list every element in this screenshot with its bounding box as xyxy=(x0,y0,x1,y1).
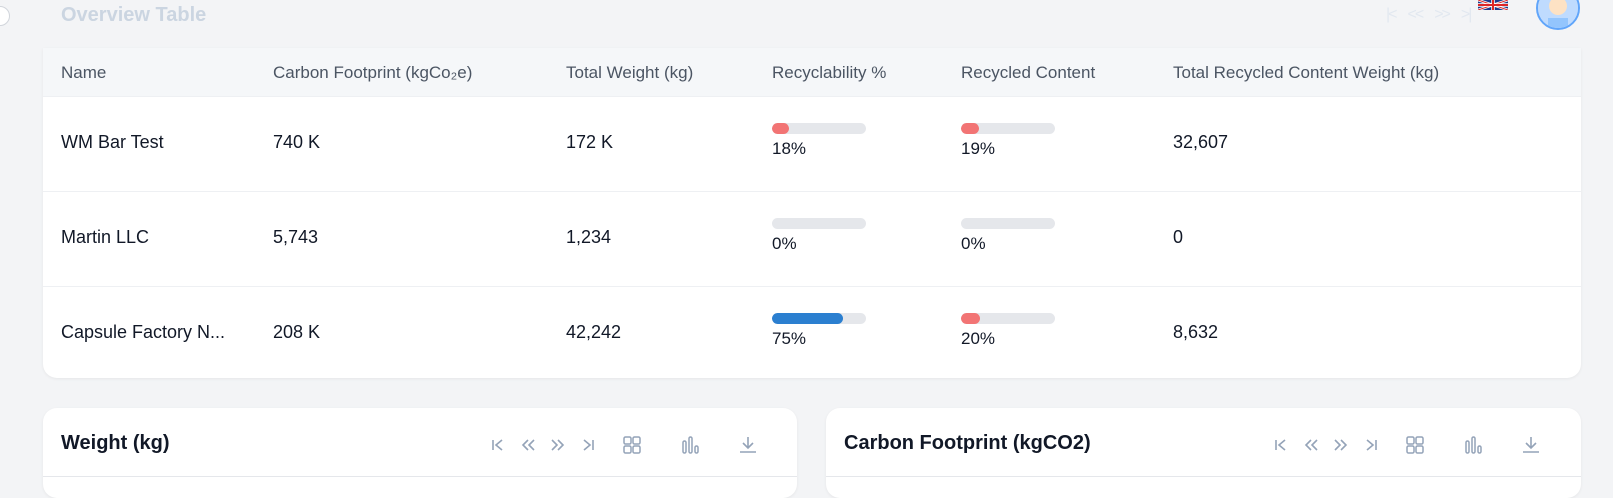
overview-table: Name Carbon Footprint (kgCo₂e) Total Wei… xyxy=(43,48,1581,378)
progress-bar xyxy=(961,313,1055,324)
header-total-recycled-weight[interactable]: Total Recycled Content Weight (kg) xyxy=(1173,63,1439,83)
header-recycled-content[interactable]: Recycled Content xyxy=(961,63,1095,83)
cell-carbon: 5,743 xyxy=(273,227,319,247)
download-icon[interactable] xyxy=(719,435,777,455)
next-page-icon[interactable] xyxy=(543,437,573,453)
user-avatar-icon[interactable] xyxy=(1536,0,1580,30)
progress-fill xyxy=(961,123,979,134)
previous-page-icon[interactable]: << xyxy=(1408,6,1425,24)
progress-bar xyxy=(961,123,1055,134)
table-row[interactable]: Capsule Factory N... 208 K 42,242 75% 20… xyxy=(43,287,1581,378)
overview-table-title: Overview Table xyxy=(61,4,207,26)
header-name[interactable]: Name xyxy=(61,63,106,83)
progress-bar xyxy=(772,123,866,134)
card-divider xyxy=(43,476,797,477)
recyclability-progress: 18% xyxy=(772,123,866,159)
cell-name: Capsule Factory N... xyxy=(61,322,226,342)
progress-bar xyxy=(772,313,866,324)
cell-name: Martin LLC xyxy=(61,227,150,247)
grid-view-icon[interactable] xyxy=(603,435,661,455)
recyclability-percent: 18% xyxy=(772,139,807,158)
header-recyclability[interactable]: Recyclability % xyxy=(772,63,886,83)
header-total-weight[interactable]: Total Weight (kg) xyxy=(566,63,693,83)
recycled-content-percent: 19% xyxy=(961,139,996,158)
cell-carbon: 740 K xyxy=(273,132,321,152)
first-page-icon[interactable]: |< xyxy=(1386,6,1397,24)
recyclability-progress: 75% xyxy=(772,313,866,349)
collapse-handle[interactable] xyxy=(0,6,10,26)
recycled-content-progress: 19% xyxy=(961,123,1055,159)
table-header: Name Carbon Footprint (kgCo₂e) Total Wei… xyxy=(43,48,1581,97)
card-divider xyxy=(826,476,1581,477)
progress-fill xyxy=(772,313,843,324)
previous-page-icon[interactable] xyxy=(513,437,543,453)
card-toolbar xyxy=(1266,435,1560,455)
recyclability-percent: 75% xyxy=(772,329,807,348)
table-row[interactable]: Martin LLC 5,743 1,234 0% 0% 0 xyxy=(43,192,1581,287)
next-page-icon[interactable] xyxy=(1326,437,1356,453)
uk-flag-icon[interactable] xyxy=(1478,0,1508,10)
recycled-content-percent: 0% xyxy=(961,234,986,253)
weight-card: Weight (kg) xyxy=(43,408,797,498)
recyclability-progress: 0% xyxy=(772,218,866,254)
next-page-icon[interactable]: >> xyxy=(1434,6,1451,24)
recycled-content-percent: 20% xyxy=(961,329,996,348)
previous-page-icon[interactable] xyxy=(1296,437,1326,453)
cell-total-recycled: 32,607 xyxy=(1173,132,1229,152)
cell-total-recycled: 0 xyxy=(1173,227,1184,247)
first-page-icon[interactable] xyxy=(483,437,513,453)
card-toolbar xyxy=(483,435,777,455)
last-page-icon[interactable]: >| xyxy=(1461,6,1472,24)
recyclability-percent: 0% xyxy=(772,234,797,253)
overview-pager: |< << >> >| xyxy=(1386,6,1472,24)
bar-chart-icon[interactable] xyxy=(1444,435,1502,455)
last-page-icon[interactable] xyxy=(573,437,603,453)
last-page-icon[interactable] xyxy=(1356,437,1386,453)
progress-bar xyxy=(772,218,866,229)
cell-total-recycled: 8,632 xyxy=(1173,322,1219,342)
grid-view-icon[interactable] xyxy=(1386,435,1444,455)
progress-fill xyxy=(772,123,789,134)
carbon-footprint-card: Carbon Footprint (kgCO2) xyxy=(826,408,1581,498)
recycled-content-progress: 0% xyxy=(961,218,1055,254)
card-title: Carbon Footprint (kgCO2) xyxy=(844,432,1091,454)
download-icon[interactable] xyxy=(1502,435,1560,455)
cell-weight: 172 K xyxy=(566,132,614,152)
table-row[interactable]: WM Bar Test 740 K 172 K 18% 19% 32,607 xyxy=(43,97,1581,192)
card-title: Weight (kg) xyxy=(61,432,170,454)
cell-name: WM Bar Test xyxy=(61,132,164,152)
header-carbon-footprint[interactable]: Carbon Footprint (kgCo₂e) xyxy=(273,63,472,83)
cell-weight: 42,242 xyxy=(566,322,622,342)
cell-carbon: 208 K xyxy=(273,322,321,342)
first-page-icon[interactable] xyxy=(1266,437,1296,453)
cell-weight: 1,234 xyxy=(566,227,612,247)
progress-fill xyxy=(961,313,980,324)
recycled-content-progress: 20% xyxy=(961,313,1055,349)
progress-bar xyxy=(961,218,1055,229)
bar-chart-icon[interactable] xyxy=(661,435,719,455)
